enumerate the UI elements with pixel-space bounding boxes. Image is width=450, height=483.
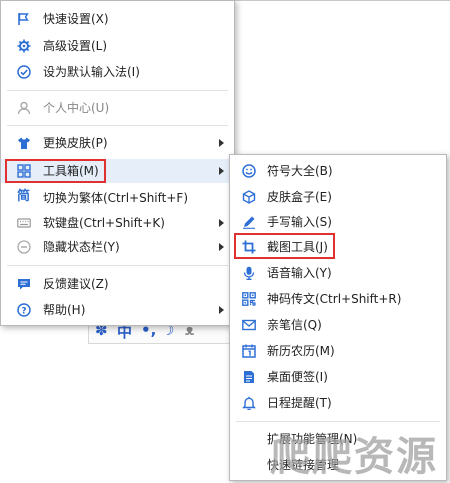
annotation-highlight-screenshot-tool <box>234 233 335 259</box>
window-edge <box>235 0 450 1</box>
menu-separator <box>7 90 228 91</box>
chat-icon <box>18 279 30 290</box>
submenu-arrow-icon <box>219 219 224 227</box>
menu-item-change-skin[interactable]: 更换皮肤(P) <box>1 131 234 155</box>
submenu-item-desktop-notes[interactable]: 桌面便签(I) <box>230 365 446 389</box>
menu-item-set-default-ime[interactable]: 设为默认输入法(I) <box>1 60 234 84</box>
submenu-item-calendar[interactable]: 新历农历(M) <box>230 339 446 363</box>
check-circle-icon <box>17 65 31 79</box>
cube-icon <box>242 190 256 204</box>
menu-item-label: 神码传文(Ctrl+Shift+R) <box>267 292 402 306</box>
annotation-highlight-toolbox <box>5 159 106 183</box>
menu-item-label: 帮助(H) <box>43 303 86 317</box>
keyboard-icon <box>17 218 31 228</box>
menu-item-label: 设为默认输入法(I) <box>43 65 140 79</box>
menu-separator <box>7 125 228 126</box>
menu-item-label: 隐藏状态栏(Y) <box>43 240 120 254</box>
menu-item-feedback[interactable]: 反馈建议(Z) <box>1 272 234 296</box>
shirt-icon <box>18 137 30 149</box>
submenu-arrow-icon <box>219 243 224 251</box>
traditional-char-icon: 简 <box>17 189 31 204</box>
smiley-icon <box>242 164 256 178</box>
menu-item-label: 快速设置(X) <box>43 12 109 26</box>
submenu-item-schedule-reminder[interactable]: 日程提醒(T) <box>230 391 446 415</box>
menu-item-hide-status-bar[interactable]: 隐藏状态栏(Y) <box>1 235 234 259</box>
menu-item-label: 手写输入(S) <box>267 215 332 229</box>
submenu-item-code-transfer[interactable]: 神码传文(Ctrl+Shift+R) <box>230 287 446 311</box>
microphone-icon <box>243 266 255 280</box>
menu-item-label: 亲笔信(Q) <box>267 318 322 332</box>
menu-item-label: 皮肤盒子(E) <box>267 190 332 204</box>
menu-item-switch-traditional[interactable]: 简 切换为繁体(Ctrl+Shift+F) <box>1 186 234 210</box>
gear-icon <box>17 39 31 53</box>
note-icon <box>244 371 254 383</box>
submenu-arrow-icon <box>219 306 224 314</box>
qr-icon <box>242 292 256 306</box>
ime-context-menu: 快速设置(X) 高级设置(L) 设为默认输入法(I) 个人中心(U) 更换皮肤(… <box>0 0 235 326</box>
submenu-item-voice-input[interactable]: 语音输入(Y) <box>230 261 446 285</box>
flag-icon <box>18 13 29 25</box>
menu-item-label: 切换为繁体(Ctrl+Shift+F) <box>43 191 189 205</box>
minus-circle-icon <box>17 240 31 254</box>
envelope-icon <box>242 319 256 331</box>
menu-item-advanced-settings[interactable]: 高级设置(L) <box>1 34 234 58</box>
menu-item-quick-settings[interactable]: 快速设置(X) <box>1 7 234 31</box>
user-icon <box>17 101 31 115</box>
menu-item-help[interactable]: ? 帮助(H) <box>1 298 234 322</box>
menu-item-soft-keyboard[interactable]: 软键盘(Ctrl+Shift+K) <box>1 211 234 235</box>
submenu-item-symbols[interactable]: 符号大全(B) <box>230 159 446 183</box>
menu-separator <box>7 265 228 266</box>
bell-icon <box>242 396 256 410</box>
submenu-arrow-icon <box>219 167 224 175</box>
menu-item-label: 符号大全(B) <box>267 164 333 178</box>
menu-item-label: 语音输入(Y) <box>267 266 332 280</box>
calendar-icon <box>242 344 256 358</box>
menu-item-label: 个人中心(U) <box>43 101 110 115</box>
submenu-item-skin-box[interactable]: 皮肤盒子(E) <box>230 185 446 209</box>
watermark-text: 爬爬资源 <box>270 434 438 480</box>
submenu-item-handwriting[interactable]: 手写输入(S) <box>230 210 446 234</box>
svg-text:?: ? <box>21 307 26 317</box>
help-icon: ? <box>17 303 31 317</box>
menu-separator <box>236 421 440 422</box>
menu-item-label: 桌面便签(I) <box>267 370 328 384</box>
menu-item-personal-center[interactable]: 个人中心(U) <box>1 96 234 120</box>
menu-item-label: 日程提醒(T) <box>267 396 332 410</box>
menu-item-label: 更换皮肤(P) <box>43 136 108 150</box>
menu-item-label: 软键盘(Ctrl+Shift+K) <box>43 216 165 230</box>
submenu-arrow-icon <box>219 139 224 147</box>
menu-item-label: 新历农历(M) <box>267 344 335 358</box>
menu-item-label: 反馈建议(Z) <box>43 277 109 291</box>
menu-item-label: 高级设置(L) <box>43 39 108 53</box>
pen-icon <box>243 216 255 229</box>
submenu-item-handwritten-letter[interactable]: 亲笔信(Q) <box>230 313 446 337</box>
